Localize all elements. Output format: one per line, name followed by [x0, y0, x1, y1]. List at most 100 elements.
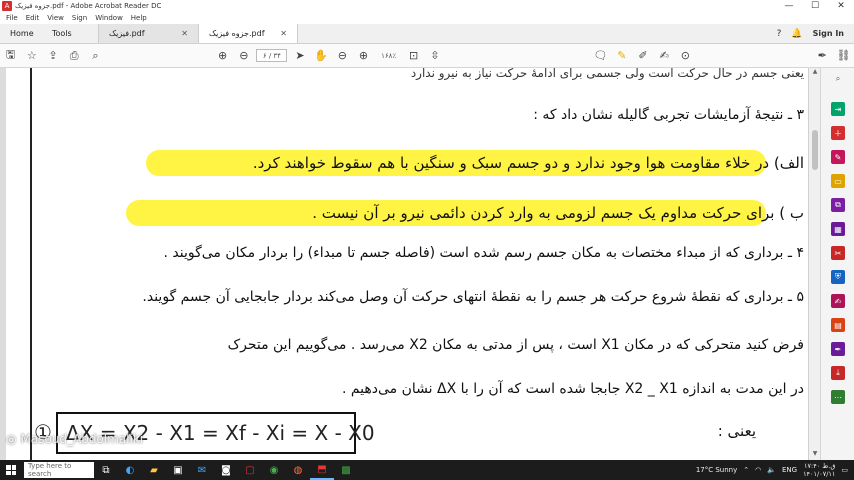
comment-tool-icon[interactable]: ▭: [831, 174, 845, 188]
tray-expand-icon[interactable]: ⌃: [743, 466, 749, 474]
select-cursor-icon[interactable]: ➤: [289, 46, 310, 66]
watermark: ◎ Masoud_Abdolmaliki: [6, 432, 143, 446]
page-number-input[interactable]: ۶ / ۳۴: [256, 49, 288, 62]
fill-sign-icon[interactable]: ✍: [654, 46, 675, 66]
notifications-icon[interactable]: 🔔: [791, 29, 802, 39]
tab-tools[interactable]: Tools: [42, 24, 98, 43]
notebook-margin-line: [30, 68, 32, 460]
network-icon[interactable]: ◠: [755, 466, 761, 474]
tab-document-1[interactable]: فیزیک.pdf ✕: [98, 24, 198, 43]
system-tray: 17°C Sunny ⌃ ◠ 🔈 ENG ۱۷:۴۰ ق.ظ ۱۴۰۱/۰۷/۱…: [696, 462, 854, 478]
edit-pdf-icon[interactable]: ✎: [831, 150, 845, 164]
firefox-icon[interactable]: ◍: [286, 460, 310, 480]
document-viewport[interactable]: یعنی جسم در حال حرکت است ولی جسمی برای ا…: [0, 68, 820, 460]
menu-file[interactable]: File: [6, 14, 18, 22]
watermark-text: Masoud_Abdolmaliki: [20, 432, 144, 446]
sign-document-icon[interactable]: ✒: [812, 46, 833, 66]
vertical-scrollbar[interactable]: ▲ ▼: [808, 68, 820, 460]
hand-tool-icon[interactable]: ✋: [311, 46, 332, 66]
redact-icon[interactable]: ✂: [831, 246, 845, 260]
windows-taskbar: Type here to search ⧉ ◐ ▰ ▣ ✉ ◙ ▢ ◉ ◍ ⬒ …: [0, 460, 854, 480]
bookmark-star-icon[interactable]: ☆: [21, 46, 42, 66]
highlight-pen-icon[interactable]: ✎: [611, 46, 632, 66]
upload-icon[interactable]: ⇪: [42, 46, 63, 66]
tab-document-2[interactable]: جزوه فیزیک.pdf ✕: [198, 24, 298, 43]
compress-pdf-icon[interactable]: ⤓: [831, 366, 845, 380]
volume-icon[interactable]: 🔈: [767, 466, 776, 474]
close-tab-icon[interactable]: ✕: [181, 29, 188, 38]
instagram-icon: ◎: [6, 432, 17, 446]
zoom-level-select[interactable]: ۱۶۸٪: [374, 49, 403, 62]
protect-icon[interactable]: ⛨: [831, 270, 845, 284]
camera-icon[interactable]: ◙: [214, 460, 238, 480]
prepare-form-icon[interactable]: ▤: [831, 318, 845, 332]
send-for-signature-icon[interactable]: ✒: [831, 342, 845, 356]
menu-bar: File Edit View Sign Window Help: [0, 12, 854, 24]
scroll-thumb[interactable]: [812, 130, 818, 170]
tab-bar: Home Tools فیزیک.pdf ✕ جزوه فیزیک.pdf ✕ …: [0, 24, 854, 44]
clock[interactable]: ۱۷:۴۰ ق.ظ ۱۴۰۱/۰۷/۱۱: [803, 462, 835, 478]
maximize-button[interactable]: ☐: [802, 0, 828, 12]
close-tab-icon[interactable]: ✕: [280, 29, 287, 38]
sign-in-button[interactable]: Sign In: [813, 29, 844, 38]
close-window-button[interactable]: ✕: [828, 0, 854, 12]
clock-time: ۱۷:۴۰ ق.ظ: [804, 462, 836, 470]
menu-help[interactable]: Help: [131, 14, 147, 22]
window-title: جزوه فیزیک.pdf - Adobe Acrobat Reader DC: [15, 2, 162, 10]
fill-sign-tool-icon[interactable]: ✍: [831, 294, 845, 308]
windows-logo-icon: [6, 465, 16, 475]
language-indicator[interactable]: ENG: [782, 466, 797, 474]
create-pdf-icon[interactable]: ＋: [831, 126, 845, 140]
scroll-mode-icon[interactable]: ⇳: [424, 46, 445, 66]
more-tools-icon[interactable]: ⊙: [675, 46, 696, 66]
file-explorer-icon[interactable]: ▰: [142, 460, 166, 480]
weather-widget[interactable]: 17°C Sunny: [696, 466, 737, 474]
export-pdf-icon[interactable]: ⇥: [831, 102, 845, 116]
minimize-button[interactable]: —: [776, 0, 802, 12]
taskbar-search-input[interactable]: Type here to search: [24, 462, 94, 478]
search-icon[interactable]: ⌕: [831, 72, 845, 86]
doc-line-7: فرض کنید متحرکی که در مکان X1 است ، پس ا…: [227, 337, 804, 353]
search-icon[interactable]: ⌕: [85, 46, 106, 66]
doc-line-1: یعنی جسم در حال حرکت است ولی جسمی برای ا…: [410, 68, 804, 80]
menu-edit[interactable]: Edit: [26, 14, 40, 22]
tab-home[interactable]: Home: [0, 24, 42, 43]
store-icon[interactable]: ▣: [166, 460, 190, 480]
doc-line-5: ۴ ـ برداری که از مبداء مختصات به مکان جس…: [163, 245, 805, 261]
draw-icon[interactable]: ✐: [632, 46, 653, 66]
menu-window[interactable]: Window: [95, 14, 123, 22]
right-tools-pane: ⌕ ⇥ ＋ ✎ ▭ ⧉ ▦ ✂ ⛨ ✍ ▤ ✒ ⤓ ⋯: [820, 68, 854, 460]
task-view-icon[interactable]: ⧉: [94, 460, 118, 480]
clock-date: ۱۴۰۱/۰۷/۱۱: [803, 470, 836, 478]
share-link-icon[interactable]: ⛓: [833, 46, 854, 66]
previous-page-icon[interactable]: ⊕: [212, 46, 233, 66]
app-red-icon[interactable]: ▢: [238, 460, 262, 480]
print-icon[interactable]: ⎙: [64, 46, 85, 66]
doc-line-8: در این مدت به اندازه X2 _ X1 جابجا شده ا…: [341, 381, 804, 397]
main-toolbar: 🖫 ☆ ⇪ ⎙ ⌕ ⊕ ⊖ ۶ / ۳۴ ➤ ✋ ⊖ ⊕ ۱۶۸٪ ⊡ ⇳ 🗨 …: [0, 44, 854, 68]
more-tools-pane-icon[interactable]: ⋯: [831, 390, 845, 404]
zoom-out-icon[interactable]: ⊖: [332, 46, 353, 66]
mail-icon[interactable]: ✉: [190, 460, 214, 480]
doc-line-2: ۳ ـ نتیجهٔ آزمایشات تجربی گالیله نشان دا…: [533, 107, 804, 123]
menu-view[interactable]: View: [47, 14, 64, 22]
edge-icon[interactable]: ◐: [118, 460, 142, 480]
help-icon[interactable]: ?: [777, 29, 782, 39]
acrobat-taskbar-icon[interactable]: ⬒: [310, 460, 334, 480]
notification-center-icon[interactable]: ▭: [841, 466, 848, 474]
acrobat-app-icon: A: [2, 1, 12, 11]
comment-icon[interactable]: 🗨: [590, 46, 611, 66]
fit-page-icon[interactable]: ⊡: [403, 46, 424, 66]
zoom-in-icon[interactable]: ⊕: [353, 46, 374, 66]
save-icon[interactable]: 🖫: [0, 46, 21, 66]
menu-sign[interactable]: Sign: [72, 14, 87, 22]
excel-icon[interactable]: ▩: [334, 460, 358, 480]
pdf-page: یعنی جسم در حال حرکت است ولی جسمی برای ا…: [6, 68, 808, 460]
start-button[interactable]: [0, 460, 22, 480]
next-page-icon[interactable]: ⊖: [233, 46, 254, 66]
chrome-icon[interactable]: ◉: [262, 460, 286, 480]
combine-files-icon[interactable]: ⧉: [831, 198, 845, 212]
organize-pages-icon[interactable]: ▦: [831, 222, 845, 236]
tab-document-1-label: فیزیک.pdf: [109, 29, 145, 38]
doc-line-6: ۵ ـ برداری که نقطهٔ شروع حرکت هر جسم را …: [142, 289, 804, 305]
